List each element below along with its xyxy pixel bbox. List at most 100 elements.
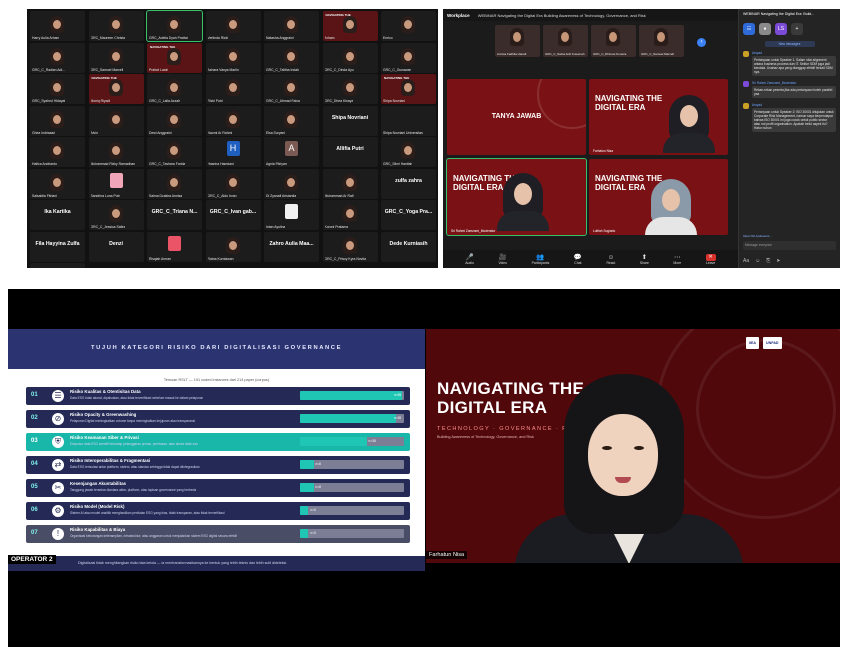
meeting-tile[interactable]: NAVIGATING THE DIGITAL ERA Lutfiah Sugiar… [589, 159, 728, 235]
meeting-tile-active-speaker[interactable]: NAVIGATING THE DIGITAL ERA Sri Rahmi Zamz… [446, 158, 587, 236]
participant-tile[interactable]: GRC_C_Yoga Pra... [381, 200, 436, 230]
participant-tile[interactable]: GRC_C_Triana N... [147, 200, 202, 230]
participant-tile[interactable]: Muhammad Ar Rafi [322, 168, 378, 199]
format-icon[interactable]: Aa [743, 258, 749, 264]
participant-name: GRC_Dhea Kinaya [324, 99, 354, 103]
participant-tile[interactable]: GRC_C_Jessica Safira [88, 200, 144, 230]
participant-name: Intan Ayulina [266, 225, 286, 229]
participant-tile[interactable]: Dede Kurniasih [381, 231, 436, 262]
participant-tile[interactable]: GRC_C_Tashara Farida [147, 137, 202, 167]
participant-tile[interactable]: GRC_Dhea Kinaya [322, 74, 378, 104]
everyone-avatar[interactable]: ☷ [743, 23, 755, 35]
strip-tile[interactable]: GRC_C_Dhimas Koneza [591, 25, 636, 57]
recipient-avatar[interactable]: ● [759, 23, 771, 35]
chat-button[interactable]: 💬 Chat [574, 254, 582, 265]
participant-name: Agnia Fitriyani [266, 162, 288, 166]
participant-tile[interactable]: Rizki Putri [205, 74, 261, 104]
participant-tile[interactable]: Harry Aulia Arham [30, 11, 85, 41]
control-label: Leave [706, 260, 716, 265]
participant-tile[interactable]: Ratna Kurniawan [205, 231, 261, 262]
participant-name: GRC_Adelia Dyah Pratiwi [149, 36, 188, 40]
participant-tile[interactable]: Sandrina Luna Putri [88, 168, 144, 199]
participant-tile[interactable]: Koroni Pratama [322, 200, 378, 230]
emoji-icon[interactable]: ☺ [755, 258, 760, 264]
strip-tile[interactable]: GRC_C_Samuel Marcell [639, 25, 684, 57]
react-button[interactable]: ☺ React [606, 254, 615, 265]
recipient-avatar[interactable]: LS [775, 23, 787, 35]
participant-tile[interactable]: Di Zyanafi Aristantia [264, 168, 319, 199]
participant-name: Naomi Ar Rahmi [207, 130, 233, 135]
participant-tile[interactable]: Naomi Ar Rahmi [205, 105, 261, 136]
participant-tile[interactable]: A Agnia Fitriyani [264, 137, 319, 167]
risk-bar-track: n=59 [300, 391, 404, 400]
participant-tile[interactable]: NAVIGATING THE Shipa Novriani [381, 74, 436, 104]
participant-avatar [168, 235, 181, 251]
participant-tile[interactable]: GRC_C_Gunawan [381, 42, 436, 73]
participant-tile[interactable]: Shipa Novriani Universitas [381, 105, 436, 136]
participant-tile[interactable]: Denzi [88, 231, 144, 262]
participant-tile[interactable]: Zahro Aulia Maa... [264, 231, 319, 262]
participant-face [111, 209, 120, 218]
video-button[interactable]: 🎥 Video [498, 254, 507, 265]
participant-tile[interactable]: Azhara Vanya Marlin [205, 42, 261, 73]
participant-tile[interactable]: Natasha Anggraini [264, 11, 319, 41]
participant-tile[interactable]: GRC_C_Aldo Irvan [205, 168, 261, 199]
participant-tile[interactable]: GRC_C_Laila Azzah [147, 74, 202, 104]
risk-bar-fill [300, 391, 402, 400]
strip-tile[interactable]: Annisa Fadhila Hanafi [495, 25, 540, 57]
chat-link[interactable]: https://bit.ly/absensi... [743, 234, 836, 238]
participant-tile[interactable]: NAVIGATING THE Pratiwi Lastri [147, 42, 202, 73]
participant-tile[interactable]: NAVIGATING THE Arham [322, 11, 378, 41]
participant-tile[interactable]: GRC_Silmi Hanifah [381, 137, 436, 167]
meeting-title-bar: Workplace WEBINAR Navigating the Digital… [443, 9, 738, 21]
participant-tile[interactable]: GRC_Adelia Dyah Pratiwi [146, 10, 203, 42]
participant-tile[interactable]: GRC_Maureen Christa [88, 11, 144, 41]
participant-tile[interactable]: GRC_C_Talitha Indah [264, 42, 319, 73]
participant-tile[interactable]: Fila Hayyina Zulfa [30, 231, 85, 262]
participant-tile[interactable]: Hafiza Andrianto [30, 137, 85, 167]
participant-tile[interactable]: Verlinda Rizki [205, 11, 261, 41]
participant-tile[interactable]: Muhammad Rizky Ramadhan [88, 137, 144, 167]
participant-name: Di Zyanafi Aristantia [266, 193, 297, 198]
participant-name: Annisa Fadhila Hanafi [497, 52, 527, 56]
participant-tile[interactable]: NAVIGATING THE Moniq Riyadi [88, 74, 144, 104]
participant-tile[interactable]: saprina [30, 263, 85, 268]
risk-title: Risiko Kualitas & Otentisitas Data [70, 389, 141, 394]
new-chat-icon[interactable]: + [791, 23, 803, 35]
participant-tile[interactable]: Dewi Anggraini [147, 105, 202, 136]
chat-recipients: ☷ ● LS + [739, 21, 840, 37]
participant-tile[interactable]: Ghea Indriasari [30, 105, 85, 136]
participant-tile[interactable]: zulfa zahra [381, 168, 436, 199]
participant-tile[interactable]: GRC_Syahrul Hidayat [30, 74, 85, 104]
strip-next-button[interactable]: › [697, 38, 706, 47]
participant-tile[interactable]: Alvin [88, 105, 144, 136]
participant-tile[interactable]: Enrico [381, 11, 436, 41]
participant-tile[interactable]: Salsabila Fitriani [30, 168, 85, 199]
participant-tile[interactable]: Intan Ayulina [264, 200, 319, 230]
participant-tile[interactable]: Shipa Novriani [322, 105, 378, 136]
participant-tile[interactable]: Risqiah Amran [147, 231, 202, 262]
risk-description: Data ESG tidak akurat, dipalsukan, atau … [70, 396, 204, 400]
meeting-tile[interactable]: TANYA JAWAB [447, 79, 586, 155]
chat-input[interactable]: Message everyone [743, 241, 836, 250]
leave-button[interactable]: ✕ Leave [705, 253, 716, 265]
attach-icon[interactable]: ⎘ [766, 258, 770, 264]
participant-tile[interactable]: H Hasrina Hamdani [205, 137, 261, 167]
participant-tile[interactable]: Allifia Putri [322, 137, 378, 167]
participant-tile[interactable]: Elsa Suryani [264, 105, 319, 136]
more-button[interactable]: ⋯ More [673, 254, 681, 265]
participant-tile[interactable]: GRC_C_Ahmad Faisal [264, 74, 319, 104]
meeting-tile[interactable]: NAVIGATING THE DIGITAL ERA Farhatun Nisa [589, 79, 728, 155]
participant-tile[interactable]: Ika Kartika [30, 200, 85, 230]
participant-tile[interactable]: Salma Dzakira Annisa [147, 168, 202, 199]
participant-tile[interactable]: GRC_C_Ivan gab... [205, 200, 261, 230]
audio-button[interactable]: 🎤 Audio [465, 254, 474, 265]
share-button[interactable]: ⬆ Share [640, 254, 649, 265]
participants-button[interactable]: 👥 Participants [532, 254, 550, 265]
participant-tile[interactable]: GRC_C_Dinda Ayu [322, 42, 378, 73]
strip-tile[interactable]: GRC_C_Satria Ardi Kusumah [543, 25, 588, 57]
participant-tile[interactable]: GRC_C_Radian Adi... [30, 42, 85, 73]
participant-tile[interactable]: GRC_Samuel Marcell [88, 42, 144, 73]
send-icon[interactable]: ➤ [776, 258, 780, 264]
participant-tile[interactable]: GRC_C_Priscy Kyra Novita [322, 231, 378, 262]
